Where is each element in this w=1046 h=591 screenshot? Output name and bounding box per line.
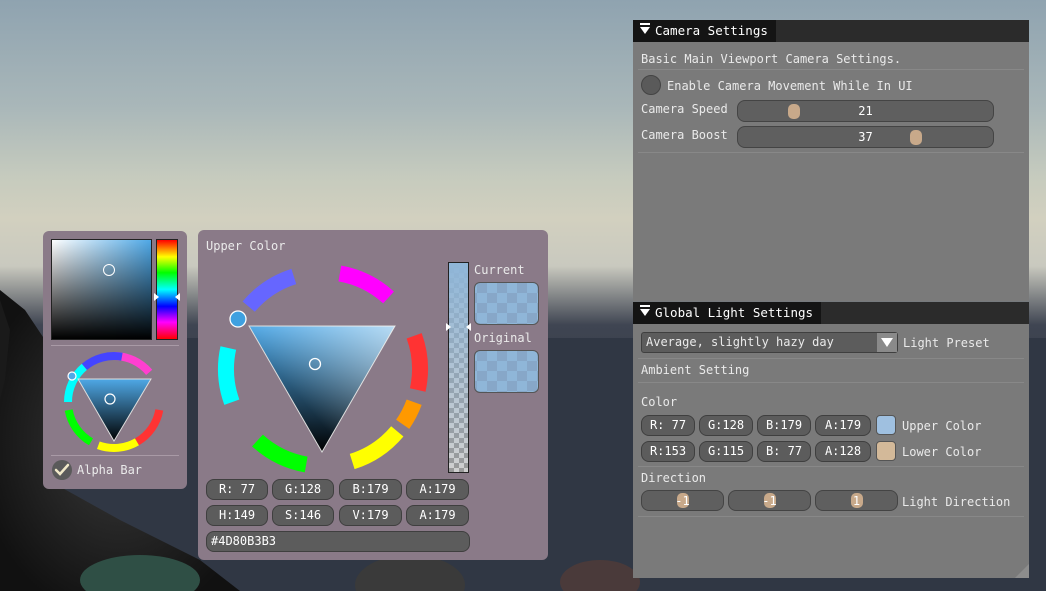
light-direction-label: Light Direction (902, 495, 1011, 509)
red-field[interactable]: R: 77 (206, 479, 268, 500)
lower-color-swatch[interactable] (876, 441, 896, 461)
hex-field[interactable]: #4D80B3B3 (206, 531, 470, 552)
value-field[interactable]: V:179 (339, 505, 402, 526)
current-swatch (474, 282, 539, 325)
upper-blue-field[interactable]: B:179 (757, 415, 811, 436)
compact-color-picker: Alpha Bar (43, 231, 187, 489)
saturation-field[interactable]: S:146 (272, 505, 334, 526)
hue-marker[interactable] (154, 293, 180, 301)
picker-title: Upper Color (206, 239, 286, 253)
camera-title-tab[interactable]: Camera Settings (633, 20, 776, 42)
current-label: Current (474, 263, 525, 277)
camera-settings-window: Camera Settings Basic Main Viewport Came… (633, 20, 1029, 301)
camera-boost-slider[interactable]: 37 (737, 126, 994, 148)
lower-green-field[interactable]: G:115 (699, 441, 753, 462)
collapse-arrow-icon[interactable] (640, 23, 650, 34)
alpha-bar[interactable] (448, 262, 469, 473)
alpha-marker[interactable] (446, 323, 471, 331)
hue-field[interactable]: H:149 (206, 505, 268, 526)
camera-title: Camera Settings (655, 23, 768, 38)
direction-x-value: -1 (675, 494, 690, 508)
lower-blue-field[interactable]: B: 77 (757, 441, 811, 462)
direction-z-value: 1 (852, 494, 861, 508)
green-field[interactable]: G:128 (272, 479, 334, 500)
direction-heading: Direction (641, 471, 707, 485)
camera-speed-grab[interactable] (788, 104, 800, 119)
alpha-bar-checkbox[interactable] (52, 460, 72, 480)
lower-alpha-field[interactable]: A:128 (815, 441, 871, 462)
camera-boost-value: 37 (858, 130, 873, 144)
camera-description: Basic Main Viewport Camera Settings. (641, 52, 902, 66)
camera-boost-label: Camera Boost (641, 128, 728, 142)
enable-movement-label: Enable Camera Movement While In UI (667, 79, 913, 93)
saturation-value-square[interactable] (51, 239, 152, 340)
global-light-window: Global Light Settings Average, slightly … (633, 302, 1029, 578)
lower-red-field[interactable]: R:153 (641, 441, 695, 462)
dropdown-arrow-button[interactable] (877, 333, 897, 352)
hue-wheel[interactable] (216, 262, 430, 476)
alpha-hsv-field[interactable]: A:179 (406, 505, 469, 526)
alpha-bar-label: Alpha Bar (77, 463, 143, 477)
light-preset-label: Light Preset (903, 336, 990, 350)
sv-cursor[interactable] (103, 264, 115, 276)
camera-speed-label: Camera Speed (641, 102, 728, 116)
camera-boost-grab[interactable] (910, 130, 922, 145)
light-preset-dropdown[interactable]: Average, slightly hazy day (641, 332, 898, 353)
collapse-arrow-icon[interactable] (640, 305, 650, 316)
camera-speed-value: 21 (858, 104, 873, 118)
upper-alpha-field[interactable]: A:179 (815, 415, 871, 436)
direction-y-value: -1 (762, 494, 777, 508)
upper-green-field[interactable]: G:128 (699, 415, 753, 436)
blue-field[interactable]: B:179 (339, 479, 402, 500)
resize-grip-icon[interactable] (1015, 564, 1029, 578)
chevron-down-icon (881, 338, 893, 347)
original-label: Original (474, 331, 532, 345)
direction-z-slider[interactable]: 1 (815, 490, 898, 511)
light-title: Global Light Settings (655, 305, 814, 320)
light-title-tab[interactable]: Global Light Settings (633, 302, 822, 324)
original-swatch[interactable] (474, 350, 539, 393)
color-heading: Color (641, 395, 678, 409)
lower-color-label: Lower Color (902, 445, 982, 459)
upper-red-field[interactable]: R: 77 (641, 415, 695, 436)
direction-x-slider[interactable]: -1 (641, 490, 724, 511)
camera-speed-slider[interactable]: 21 (737, 100, 994, 122)
ambient-heading: Ambient Setting (641, 363, 750, 377)
upper-color-swatch[interactable] (876, 415, 896, 435)
preset-value: Average, slightly hazy day (646, 335, 834, 349)
hue-bar[interactable] (156, 239, 178, 340)
checkmark-icon (54, 463, 70, 476)
upper-color-label: Upper Color (902, 419, 982, 433)
small-hue-wheel[interactable] (61, 349, 167, 455)
enable-movement-checkbox[interactable] (641, 75, 661, 95)
color-picker-popup: Upper Color Current Original R: 77 G:128… (198, 230, 548, 560)
alpha-field[interactable]: A:179 (406, 479, 469, 500)
direction-y-slider[interactable]: -1 (728, 490, 811, 511)
